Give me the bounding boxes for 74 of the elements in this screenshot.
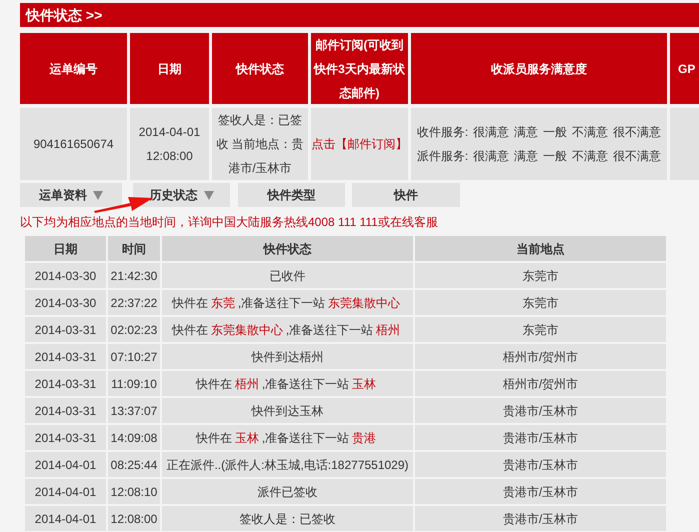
rating-option[interactable]: 很不满意 — [613, 144, 662, 168]
table-cell-text: 2014-04-01 — [138, 124, 200, 141]
table-cell: 已收件 — [162, 263, 413, 288]
table-cell: 东莞市 — [415, 317, 666, 342]
table-cell: 签收人是：已签收 — [162, 506, 413, 531]
table-cell: 贵港市/玉林市 — [415, 398, 666, 423]
table-cell: 2014-03-31 — [25, 317, 106, 342]
column-header-text: GP — [677, 60, 696, 78]
rating-option[interactable]: 满意 — [514, 144, 538, 168]
rating-option[interactable]: 一般 — [543, 144, 568, 168]
rating-label: 派件服务: — [416, 148, 468, 165]
tab[interactable]: 快件类型 — [238, 183, 345, 207]
column-header-text: 快件状态 — [235, 60, 285, 78]
column-header: 日期 — [25, 236, 106, 261]
table-cell: 22:37:22 — [108, 290, 160, 315]
table-cell: 07:10:27 — [108, 344, 160, 369]
column-header: 时间 — [108, 236, 160, 261]
table-cell: 快件到达梧州 — [162, 344, 413, 369]
rating-option[interactable]: 满意 — [514, 120, 538, 144]
section-title: 快件状态 >> — [26, 6, 102, 24]
table-cell: 14:09:08 — [108, 425, 160, 450]
table-cell: 2014-04-01 — [25, 506, 106, 531]
table-cell: 2014-03-31 — [25, 344, 106, 369]
column-header-text: 收派员服务满意度 — [490, 60, 588, 78]
column-header: 快件状态 — [162, 236, 413, 261]
tab[interactable]: 运单资料 — [20, 183, 122, 207]
table-cell: 02:02:23 — [108, 317, 160, 342]
table-cell: 21:42:30 — [108, 263, 160, 288]
dropdown-triangle-icon — [204, 190, 214, 200]
table-cell: 贵港市/玉林市 — [415, 506, 666, 531]
table-cell: 快件在 梧州 ,准备送往下一站 玉林 — [162, 371, 413, 396]
table-cell: 贵港市/玉林市 — [415, 452, 666, 477]
table-cell: 快件在 玉林 ,准备送往下一站 贵港 — [162, 425, 413, 450]
table-cell: 08:25:44 — [108, 452, 160, 477]
table-cell: 梧州市/贺州市 — [415, 344, 666, 369]
table-cell: 11:09:10 — [108, 371, 160, 396]
table-cell: 2014-03-31 — [25, 425, 106, 450]
table-cell: 2014-03-30 — [25, 290, 106, 315]
rating-option[interactable]: 很满意 — [473, 144, 510, 168]
table-cell: 2014-03-31 — [25, 371, 106, 396]
tab[interactable]: 历史状态 — [133, 183, 230, 207]
rating-label: 收件服务: — [416, 124, 468, 141]
table-cell: 快件在 东莞集散中心 ,准备送往下一站 梧州 — [162, 317, 413, 342]
table-cell-text: 12:08:00 — [146, 148, 193, 165]
rating-option[interactable]: 很不满意 — [613, 120, 662, 144]
rating-option[interactable]: 很满意 — [473, 120, 510, 144]
column-header-text: 运单编号 — [48, 60, 98, 78]
column-header-text: 日期 — [156, 60, 182, 78]
rating-option[interactable]: 不满意 — [572, 144, 608, 168]
rating-option[interactable]: 不满意 — [572, 120, 608, 144]
table-cell: 东莞市 — [415, 290, 666, 315]
table-cell: 12:08:10 — [108, 479, 160, 504]
table-cell: 2014-03-30 — [25, 263, 106, 288]
table-cell: 2014-03-31 — [25, 398, 106, 423]
notice-text: 以下均为相应地点的当地时间，详询中国大陆服务热线4008 111 111或在线客服 — [20, 214, 438, 231]
column-header-text: 邮件订阅(可收到快件3天内最新状态邮件) — [312, 36, 406, 102]
table-cell: 贵港市/玉林市 — [415, 425, 666, 450]
table-cell-text: 904161650674 — [33, 136, 114, 153]
table-cell: 贵港市/玉林市 — [415, 479, 666, 504]
table-cell: 正在派件..(派件人:林玉城,电话:18277551029) — [162, 452, 413, 477]
table-cell: 2014-04-01 — [25, 452, 106, 477]
table-cell: 派件已签收 — [162, 479, 413, 504]
table-cell: 快件在 东莞 ,准备送往下一站 东莞集散中心 — [162, 290, 413, 315]
column-header: 当前地点 — [415, 236, 666, 261]
tab[interactable]: 快件 — [352, 183, 460, 207]
table-cell: 梧州市/贺州市 — [415, 371, 666, 396]
table-cell-text: 签收人是：已签收 当前地点：贵港市/玉林市 — [215, 112, 305, 177]
table-cell: 快件到达玉林 — [162, 398, 413, 423]
table-cell: 东莞市 — [415, 263, 666, 288]
dropdown-triangle-icon — [93, 190, 103, 200]
rating-option[interactable]: 一般 — [543, 120, 568, 144]
table-cell: 2014-04-01 — [25, 479, 106, 504]
table-cell: 13:37:07 — [108, 398, 160, 423]
table-cell: 12:08:00 — [108, 506, 160, 531]
